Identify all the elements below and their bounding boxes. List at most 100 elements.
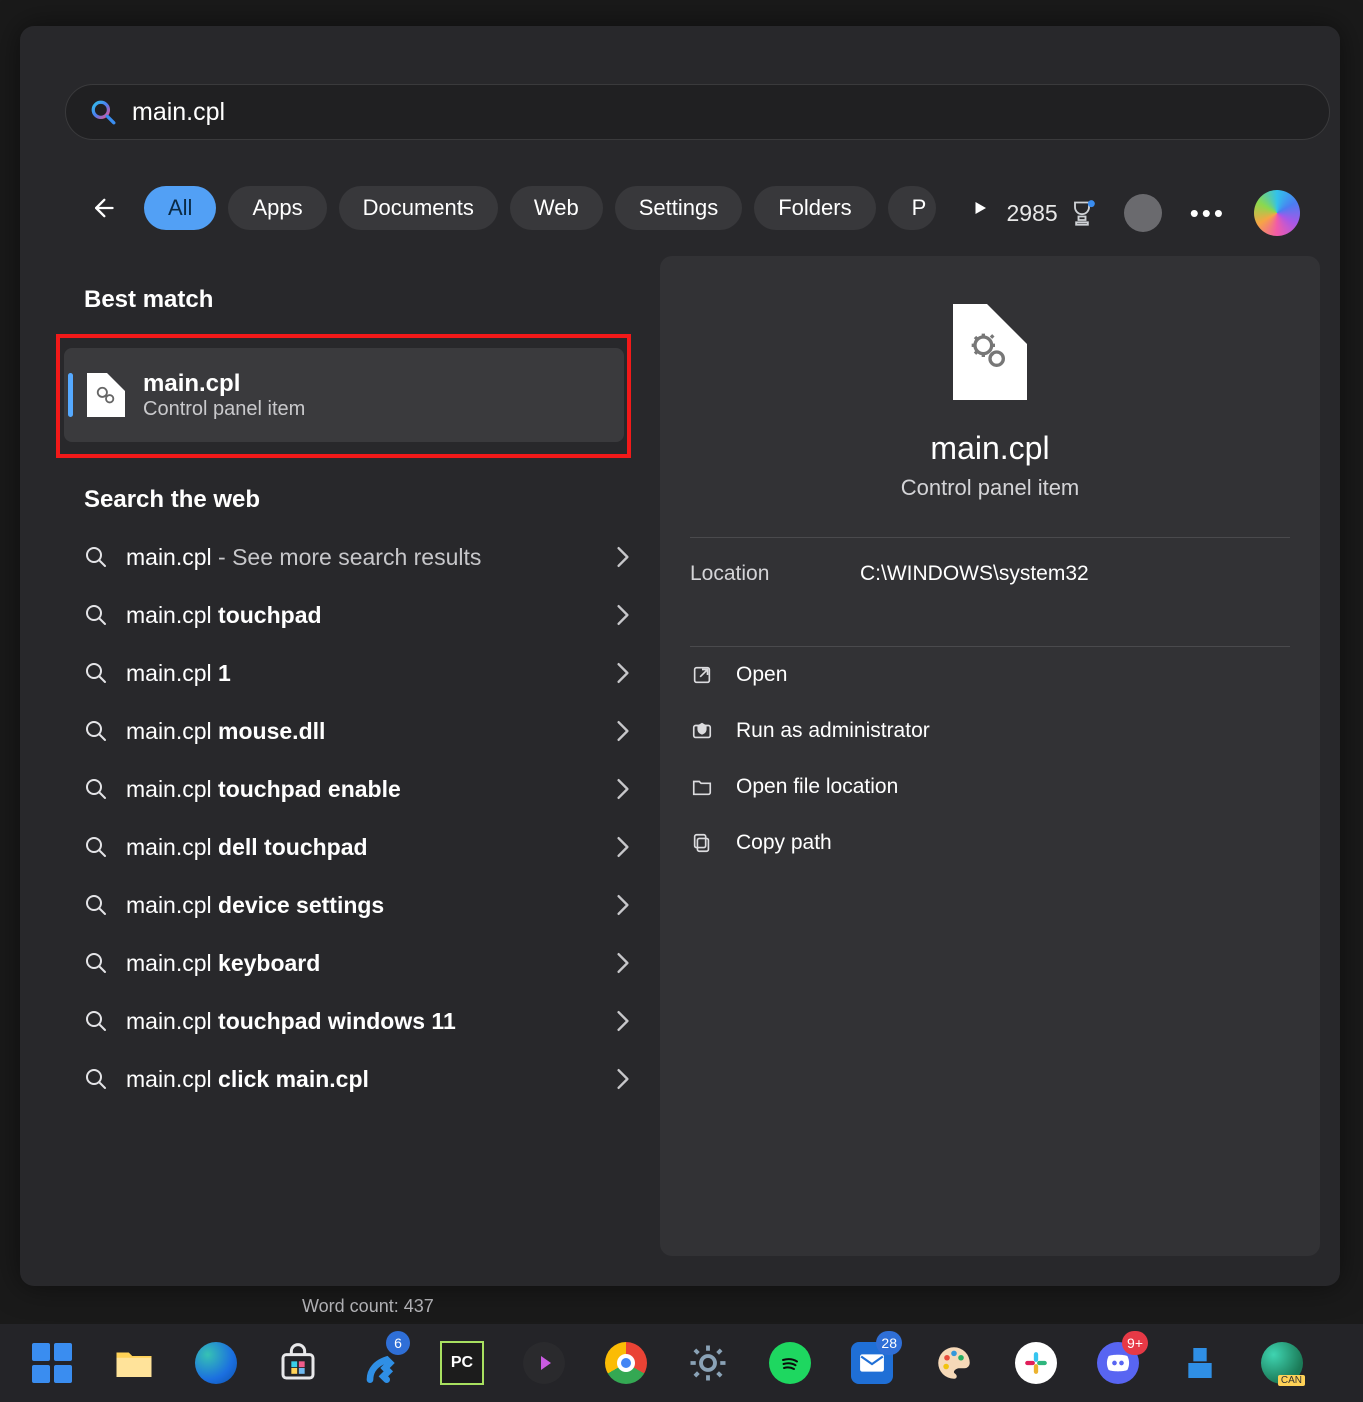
web-suggestion[interactable]: main.cpl touchpad windows 11: [68, 992, 648, 1050]
search-icon: [84, 1009, 108, 1033]
chevron-right-icon: [616, 604, 630, 626]
chevron-right-icon: [616, 836, 630, 858]
start-button[interactable]: [28, 1339, 76, 1387]
filter-pill-folders[interactable]: Folders: [754, 186, 875, 230]
web-suggestion[interactable]: main.cpl device settings: [68, 876, 648, 934]
chevron-right-icon: [616, 720, 630, 742]
taskbar-chrome[interactable]: [602, 1339, 650, 1387]
search-icon: [84, 951, 108, 975]
search-icon: [84, 893, 108, 917]
action-open[interactable]: Open: [690, 647, 1290, 703]
web-suggestion[interactable]: main.cpl keyboard: [68, 934, 648, 992]
copy-icon: [690, 831, 714, 855]
windows-icon: [32, 1343, 72, 1383]
search-icon: [84, 603, 108, 627]
web-suggestion[interactable]: main.cpl dell touchpad: [68, 818, 648, 876]
taskbar-mail[interactable]: 28: [848, 1339, 896, 1387]
user-avatar[interactable]: [1124, 194, 1162, 232]
web-suggestion[interactable]: main.cpl touchpad enable: [68, 760, 648, 818]
taskbar-pycharm[interactable]: PC: [438, 1339, 486, 1387]
search-icon: [84, 719, 108, 743]
filter-pill-apps[interactable]: Apps: [228, 186, 326, 230]
action-label: Copy path: [736, 831, 832, 855]
taskbar-edge[interactable]: [192, 1339, 240, 1387]
taskbar-media[interactable]: [520, 1339, 568, 1387]
location-value: C:\WINDOWS\system32: [860, 562, 1089, 586]
edge-canary-icon: CAN: [1261, 1342, 1303, 1384]
suggestion-text: main.cpl 1: [126, 660, 231, 687]
action-label: Open file location: [736, 775, 898, 799]
search-icon: [84, 661, 108, 685]
filter-pill-settings[interactable]: Settings: [615, 186, 743, 230]
best-match-result[interactable]: main.cpl Control panel item: [64, 348, 624, 442]
suggestion-text: main.cpl touchpad enable: [126, 776, 401, 803]
shield-icon: [690, 719, 714, 743]
points-value: 2985: [1007, 200, 1058, 227]
badge: 28: [876, 1331, 902, 1355]
action-copy-path[interactable]: Copy path: [690, 815, 1290, 871]
edge-icon: [195, 1342, 237, 1384]
taskbar-slack[interactable]: [1012, 1339, 1060, 1387]
taskbar: 6 PC 28 9+ CAN: [0, 1324, 1363, 1402]
trophy-icon: [1068, 199, 1096, 227]
action-open-location[interactable]: Open file location: [690, 759, 1290, 815]
chevron-right-icon: [616, 894, 630, 916]
web-suggestion[interactable]: main.cpl 1: [68, 644, 648, 702]
more-button[interactable]: •••: [1190, 198, 1226, 229]
chevron-right-icon: [616, 952, 630, 974]
taskbar-spotify[interactable]: [766, 1339, 814, 1387]
action-run-admin[interactable]: Run as administrator: [690, 703, 1290, 759]
badge: 9+: [1122, 1331, 1148, 1355]
search-input[interactable]: [130, 97, 1329, 128]
detail-file-icon: [953, 304, 1027, 400]
copilot-icon[interactable]: [1254, 190, 1300, 236]
chevron-right-icon: [616, 778, 630, 800]
web-suggestion[interactable]: main.cpl - See more search results: [68, 528, 648, 586]
action-label: Open: [736, 663, 787, 687]
chevron-right-icon: [616, 546, 630, 568]
search-icon: [84, 835, 108, 859]
search-icon: [84, 545, 108, 569]
web-suggestion[interactable]: main.cpl click main.cpl: [68, 1050, 648, 1108]
search-icon: [84, 1067, 108, 1091]
gears-icon: [967, 332, 1013, 372]
action-label: Run as administrator: [736, 719, 930, 743]
best-match-heading: Best match: [84, 286, 648, 314]
suggestion-text: main.cpl device settings: [126, 892, 384, 919]
filter-pill-documents[interactable]: Documents: [339, 186, 498, 230]
taskbar-edge-canary[interactable]: CAN: [1258, 1339, 1306, 1387]
open-icon: [690, 663, 714, 687]
suggestion-text: main.cpl - See more search results: [126, 544, 481, 571]
taskbar-discord[interactable]: 9+: [1094, 1339, 1142, 1387]
taskbar-phone-link[interactable]: 6: [356, 1339, 404, 1387]
suggestion-text: main.cpl touchpad windows 11: [126, 1008, 456, 1035]
slack-icon: [1015, 1342, 1057, 1384]
scroll-filters-button[interactable]: [960, 188, 1000, 228]
rewards-points[interactable]: 2985: [1007, 199, 1096, 227]
taskbar-settings[interactable]: [684, 1339, 732, 1387]
filter-pill-all[interactable]: All: [144, 186, 216, 230]
web-suggestion[interactable]: main.cpl touchpad: [68, 586, 648, 644]
media-icon: [523, 1342, 565, 1384]
search-box[interactable]: [65, 84, 1330, 140]
result-title: main.cpl: [143, 370, 305, 398]
taskbar-store[interactable]: [274, 1339, 322, 1387]
search-web-heading: Search the web: [84, 486, 648, 514]
filter-pill-web[interactable]: Web: [510, 186, 603, 230]
taskbar-piskel[interactable]: [1176, 1339, 1224, 1387]
search-icon: [84, 777, 108, 801]
results-column: Best match main.cpl Control panel item S: [68, 286, 648, 1108]
detail-location-row: Location C:\WINDOWS\system32: [690, 538, 1290, 610]
gears-icon: [93, 385, 119, 407]
folder-icon: [690, 775, 714, 799]
chrome-icon: [605, 1342, 647, 1384]
header-right-icons: 2985 •••: [1007, 190, 1300, 236]
web-suggestion[interactable]: main.cpl mouse.dll: [68, 702, 648, 760]
taskbar-explorer[interactable]: [110, 1339, 158, 1387]
back-button[interactable]: [78, 184, 126, 232]
suggestion-text: main.cpl dell touchpad: [126, 834, 368, 861]
filter-pill-photos-partial[interactable]: P: [888, 186, 937, 230]
taskbar-paint[interactable]: [930, 1339, 978, 1387]
chevron-right-icon: [616, 1010, 630, 1032]
store-icon: [278, 1343, 318, 1383]
